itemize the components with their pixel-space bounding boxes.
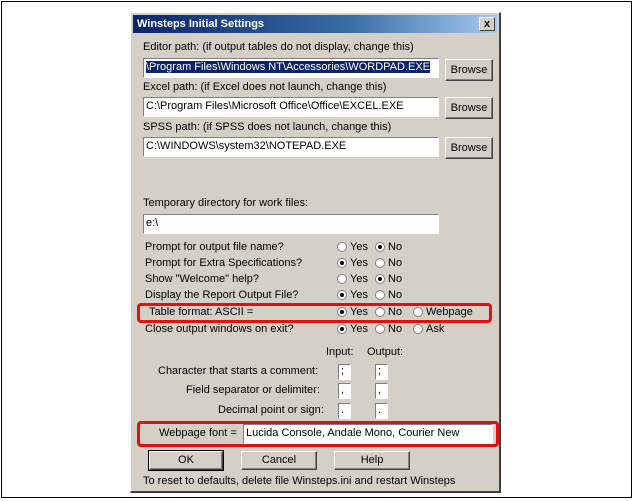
radio-selected-icon (375, 242, 385, 253)
option-no-radio[interactable]: No (375, 241, 402, 253)
excel-browse-button[interactable]: Browse (445, 97, 493, 119)
radio-selected-icon (337, 290, 347, 301)
spss-browse-button[interactable]: Browse (445, 137, 493, 159)
option-label: Display the Report Output File? (145, 289, 299, 301)
comment-char-label: Character that starts a comment: (158, 365, 319, 377)
radio-selected-icon (337, 258, 347, 269)
help-button[interactable]: Help (334, 451, 410, 470)
settings-dialog: Winsteps Initial Settings x Editor path:… (130, 12, 501, 493)
option-label: Table format: ASCII = (149, 306, 254, 318)
editor-path-value: \Program Files\Windows NT\Accessories\WO… (146, 61, 431, 73)
decimal-input-field[interactable]: . (338, 403, 351, 419)
output-column-header: Output: (367, 346, 404, 358)
option-label: Close output windows on exit? (145, 323, 294, 335)
option-no-radio[interactable]: No (375, 323, 402, 335)
window-title: Winsteps Initial Settings (137, 18, 265, 30)
option-no-radio[interactable]: No (375, 257, 402, 269)
decimal-label: Decimal point or sign: (218, 404, 324, 416)
option-label: Show "Welcome" help? (145, 273, 259, 285)
option-label: Prompt for output file name? (145, 241, 284, 253)
radio-icon (375, 324, 385, 335)
input-column-header: Input: (326, 346, 354, 358)
option-yes-radio[interactable]: Yes (337, 273, 368, 285)
title-bar: Winsteps Initial Settings x (133, 15, 497, 33)
webpage-font-field[interactable]: Lucida Console, Andale Mono, Courier New (243, 424, 493, 444)
separator-input-field[interactable]: , (338, 383, 351, 399)
excel-path-field[interactable]: C:\Program Files\Microsoft Office\Office… (143, 97, 439, 117)
comment-output-field[interactable]: ; (375, 364, 388, 380)
radio-selected-icon (337, 324, 347, 335)
editor-browse-button[interactable]: Browse (445, 59, 493, 81)
temp-dir-label: Temporary directory for work files: (143, 197, 309, 209)
radio-icon (337, 242, 347, 253)
decimal-output-field[interactable]: . (375, 403, 388, 419)
temp-dir-field[interactable]: e:\ (143, 214, 439, 234)
footer-note: To reset to defaults, delete file Winste… (143, 475, 456, 487)
radio-icon (413, 307, 423, 318)
cancel-button[interactable]: Cancel (241, 451, 317, 470)
comment-input-field[interactable]: ; (338, 364, 351, 380)
excel-path-label: Excel path: (if Excel does not launch, c… (143, 81, 387, 93)
option-yes-radio[interactable]: Yes (337, 241, 368, 253)
editor-path-field[interactable]: \Program Files\Windows NT\Accessories\WO… (143, 58, 439, 78)
separator-output-field[interactable]: , (375, 383, 388, 399)
radio-icon (375, 290, 385, 301)
close-icon: x (483, 18, 491, 30)
option-no-radio[interactable]: No (375, 289, 402, 301)
webpage-font-label: Webpage font = (159, 427, 237, 439)
separator-label: Field separator or delimiter: (186, 384, 320, 396)
editor-path-label: Editor path: (if output tables do not di… (143, 41, 414, 53)
option-yes-radio[interactable]: Yes (337, 289, 368, 301)
option-yes-radio[interactable]: Yes (337, 306, 368, 318)
option-ask-radio[interactable]: Ask (413, 323, 444, 335)
radio-selected-icon (375, 274, 385, 285)
radio-icon (413, 324, 423, 335)
option-webpage-radio[interactable]: Webpage (413, 306, 473, 318)
spss-path-field[interactable]: C:\WINDOWS\system32\NOTEPAD.EXE (143, 137, 439, 157)
radio-icon (375, 307, 385, 318)
radio-selected-icon (337, 307, 347, 318)
ok-button[interactable]: OK (148, 450, 224, 471)
radio-icon (337, 274, 347, 285)
option-label: Prompt for Extra Specifications? (145, 257, 303, 269)
option-yes-radio[interactable]: Yes (337, 257, 368, 269)
option-no-radio[interactable]: No (375, 306, 402, 318)
option-no-radio[interactable]: No (375, 273, 402, 285)
close-button[interactable]: x (479, 17, 495, 31)
radio-icon (375, 258, 385, 269)
option-yes-radio[interactable]: Yes (337, 323, 368, 335)
spss-path-label: SPSS path: (if SPSS does not launch, cha… (143, 121, 392, 133)
